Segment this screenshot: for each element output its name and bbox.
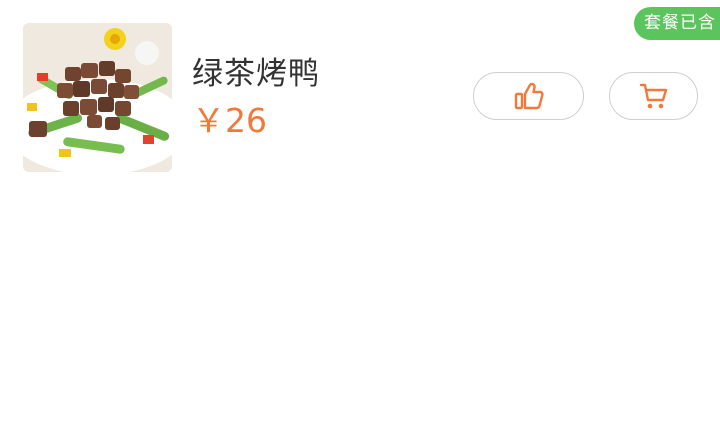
dish-photo-illustration [23, 23, 172, 172]
combo-included-badge: 套餐已含 [634, 7, 720, 40]
add-to-cart-button[interactable] [609, 72, 698, 120]
dish-item[interactable]: 绿茶烤鸭 ￥26 套餐已含 [0, 0, 720, 190]
like-button[interactable] [473, 72, 584, 120]
dish-photo[interactable] [23, 23, 172, 172]
dish-price: ￥26 [192, 101, 267, 140]
thumbs-up-icon [514, 82, 544, 110]
shopping-cart-icon [639, 83, 667, 109]
dish-name: 绿茶烤鸭 [192, 56, 320, 92]
